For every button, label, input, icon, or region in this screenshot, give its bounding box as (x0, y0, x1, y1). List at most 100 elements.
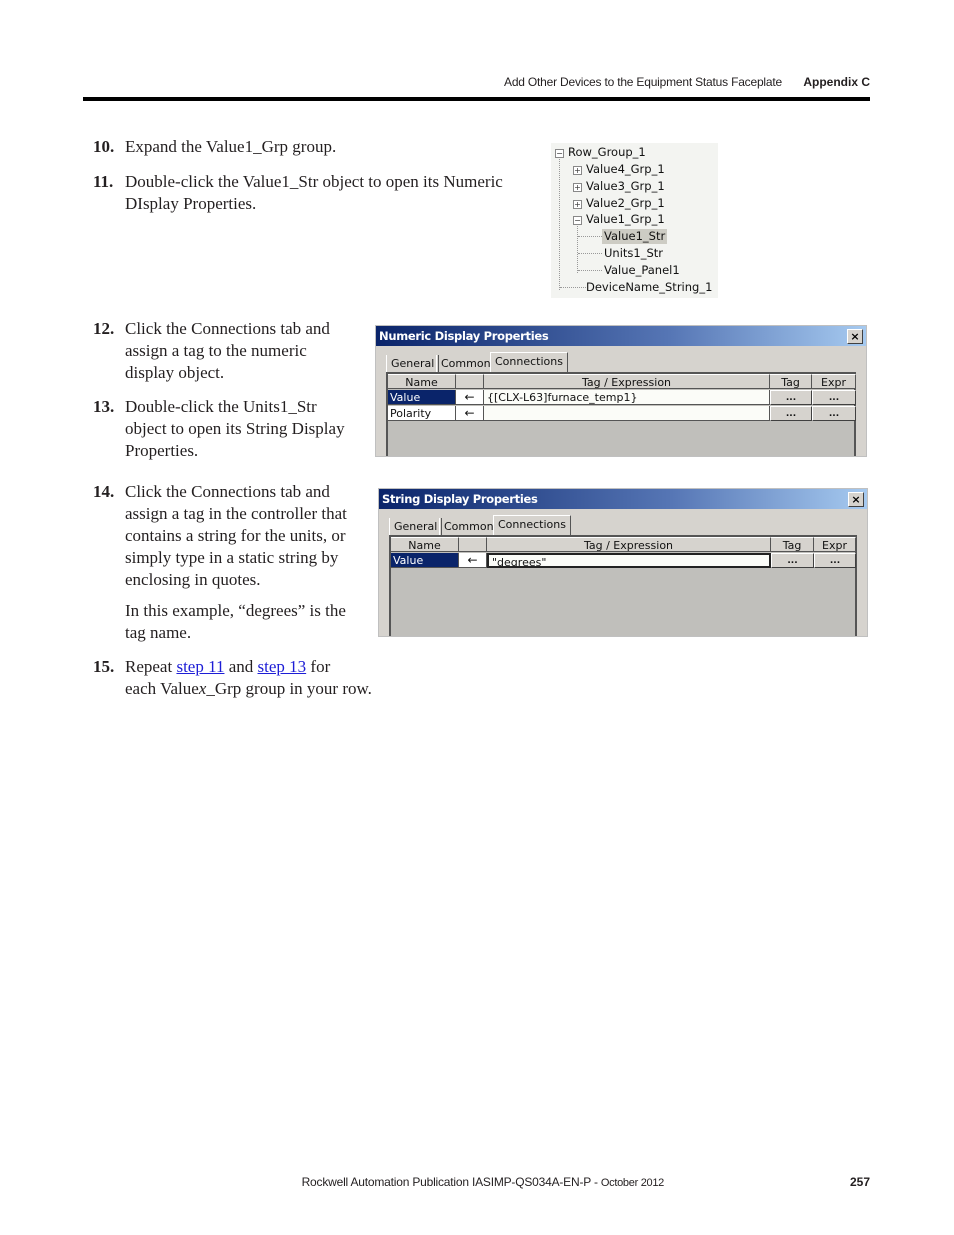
step-13: 13. Double-click the Units1_Str object t… (93, 396, 363, 462)
step-text: DIsplay Properties. (125, 194, 257, 213)
page-number: 257 (849, 1175, 870, 1189)
step-10: 10. Expand the Value1_Grp group. (93, 136, 523, 158)
tab-connections[interactable]: Connections (493, 515, 571, 536)
step-text: assign a tag in the controller that (125, 504, 347, 523)
tab-common[interactable]: Common (439, 518, 498, 535)
collapse-icon[interactable]: − (555, 149, 564, 158)
step-text: Repeat step 11 and step 13 for (125, 656, 330, 678)
col-header-name: Name (388, 374, 456, 389)
close-icon[interactable]: × (847, 329, 863, 344)
tag-browse-button[interactable]: ... (771, 553, 814, 568)
step-text: simply type in a static string by (125, 548, 339, 567)
expand-icon[interactable]: + (573, 166, 582, 175)
close-icon[interactable]: × (848, 492, 864, 507)
col-header-expr: Expr (812, 374, 856, 389)
step-number: 14. (93, 482, 115, 501)
step-text: Double-click the Units1_Str (125, 397, 317, 416)
col-header-expr: Expr (814, 537, 856, 552)
appendix-label: Appendix C (803, 75, 870, 89)
collapse-icon[interactable]: − (573, 216, 582, 225)
step-text-part: each Value (125, 679, 199, 698)
expand-icon[interactable]: + (573, 200, 582, 209)
step-text: contains a string for the units, or (125, 526, 346, 545)
tree-node-value4-grp[interactable]: Value4_Grp_1 (586, 162, 665, 177)
dialog-title: String Display Properties (379, 489, 867, 509)
tab-connections[interactable]: Connections (490, 352, 568, 373)
tree-node-value2-grp[interactable]: Value2_Grp_1 (586, 196, 665, 211)
tree-node-value1-str[interactable]: Value1_Str (602, 229, 668, 244)
tree-node-units1-str[interactable]: Units1_Str (604, 246, 663, 261)
note-line: In this example, “degrees” is the (125, 601, 346, 620)
tree-connector (577, 223, 578, 273)
page-footer: Rockwell Automation Publication IASIMP-Q… (302, 1175, 870, 1189)
col-header-tag: Tag (771, 537, 814, 552)
step-text: Double-click the Value1_Str object to op… (125, 172, 503, 191)
connections-grid: Name Tag / Expression Tag Expr Value ← "… (389, 535, 857, 636)
row-name[interactable]: Value (388, 390, 456, 405)
publication-date: October 2012 (600, 1177, 664, 1189)
col-header-name: Name (391, 537, 459, 552)
col-header-tag-expression: Tag / Expression (484, 374, 770, 389)
col-header-tag: Tag (770, 374, 812, 389)
publication-id: Rockwell Automation Publication IASIMP-Q… (301, 1175, 601, 1189)
step-number: 13. (93, 397, 115, 416)
dialog-title: Numeric Display Properties (376, 326, 866, 346)
step-text: each Valuex_Grp group in your row. (125, 678, 372, 700)
step-13-link[interactable]: step 13 (258, 657, 307, 676)
step-text-mid: and (224, 657, 258, 676)
step-text: Expand the Value1_Grp group. (125, 137, 337, 156)
tree-node-value-panel1[interactable]: Value_Panel1 (604, 263, 680, 278)
note-line: tag name. (125, 623, 192, 642)
header-rule (83, 97, 870, 101)
step-text: assign a tag to the numeric (125, 341, 307, 360)
grid-row[interactable]: Value ← {[CLX-L63]furnace_temp1} ... ... (388, 390, 856, 406)
tab-general[interactable]: General (389, 518, 443, 535)
numeric-display-properties-dialog: Numeric Display Properties × General Com… (375, 325, 867, 457)
col-header-tag-expression: Tag / Expression (487, 537, 771, 552)
step-number: 10. (93, 137, 115, 156)
tag-browse-button[interactable]: ... (770, 390, 812, 405)
step-number: 12. (93, 319, 115, 338)
expand-icon[interactable]: + (573, 183, 582, 192)
tree-connector (560, 287, 586, 288)
tree-node-value1-grp[interactable]: Value1_Grp_1 (586, 212, 665, 227)
running-header: Add Other Devices to the Equipment Statu… (504, 75, 870, 89)
tag-browse-button[interactable]: ... (770, 406, 812, 421)
step-text: enclosing in quotes. (125, 570, 261, 589)
tag-expression-input[interactable]: "degrees" (487, 553, 771, 568)
step-text: display object. (125, 363, 225, 382)
step-text-part: _Grp group in your row. (206, 679, 372, 698)
row-name[interactable]: Polarity (388, 406, 456, 421)
step-text: object to open its String Display (125, 419, 345, 438)
step-11: 11. Double-click the Value1_Str object t… (93, 171, 533, 215)
grid-row[interactable]: Polarity ← ... ... (388, 406, 856, 422)
chapter-title: Add Other Devices to the Equipment Statu… (504, 75, 782, 89)
step-11-link[interactable]: step 11 (176, 657, 224, 676)
step-text: Click the Connections tab and (125, 482, 330, 501)
grid-header-row: Name Tag / Expression Tag Expr (388, 374, 856, 390)
tree-node-devicename-string[interactable]: DeviceName_String_1 (586, 280, 712, 295)
grid-header-row: Name Tag / Expression Tag Expr (391, 537, 856, 553)
grid-row[interactable]: Value ← "degrees" ... ... (391, 553, 856, 569)
tree-connector (559, 155, 560, 290)
connections-grid: Name Tag / Expression Tag Expr Value ← {… (386, 372, 856, 456)
tree-node-value3-grp[interactable]: Value3_Grp_1 (586, 179, 665, 194)
expr-browse-button[interactable]: ... (812, 390, 856, 405)
tab-common[interactable]: Common (436, 355, 495, 372)
tag-expression-input[interactable] (484, 406, 770, 421)
step-14-note: In this example, “degrees” is the tag na… (125, 600, 346, 644)
tree-connector (578, 253, 602, 254)
expr-browse-button[interactable]: ... (812, 406, 856, 421)
tab-general[interactable]: General (386, 355, 440, 372)
expr-browse-button[interactable]: ... (814, 553, 856, 568)
step-text: Properties. (125, 441, 199, 460)
tag-expression-input[interactable]: {[CLX-L63]furnace_temp1} (484, 390, 770, 405)
row-name[interactable]: Value (391, 553, 459, 568)
step-text-post: for (306, 657, 331, 676)
tree-connector (578, 236, 602, 237)
string-display-properties-dialog: String Display Properties × General Comm… (378, 488, 868, 637)
step-12: 12. Click the Connections tab and assign… (93, 318, 363, 384)
step-number: 15. (93, 657, 115, 676)
tree-node-root[interactable]: Row_Group_1 (568, 145, 646, 160)
step-15: 15. Repeat step 11 and step 13 for each … (93, 656, 393, 700)
